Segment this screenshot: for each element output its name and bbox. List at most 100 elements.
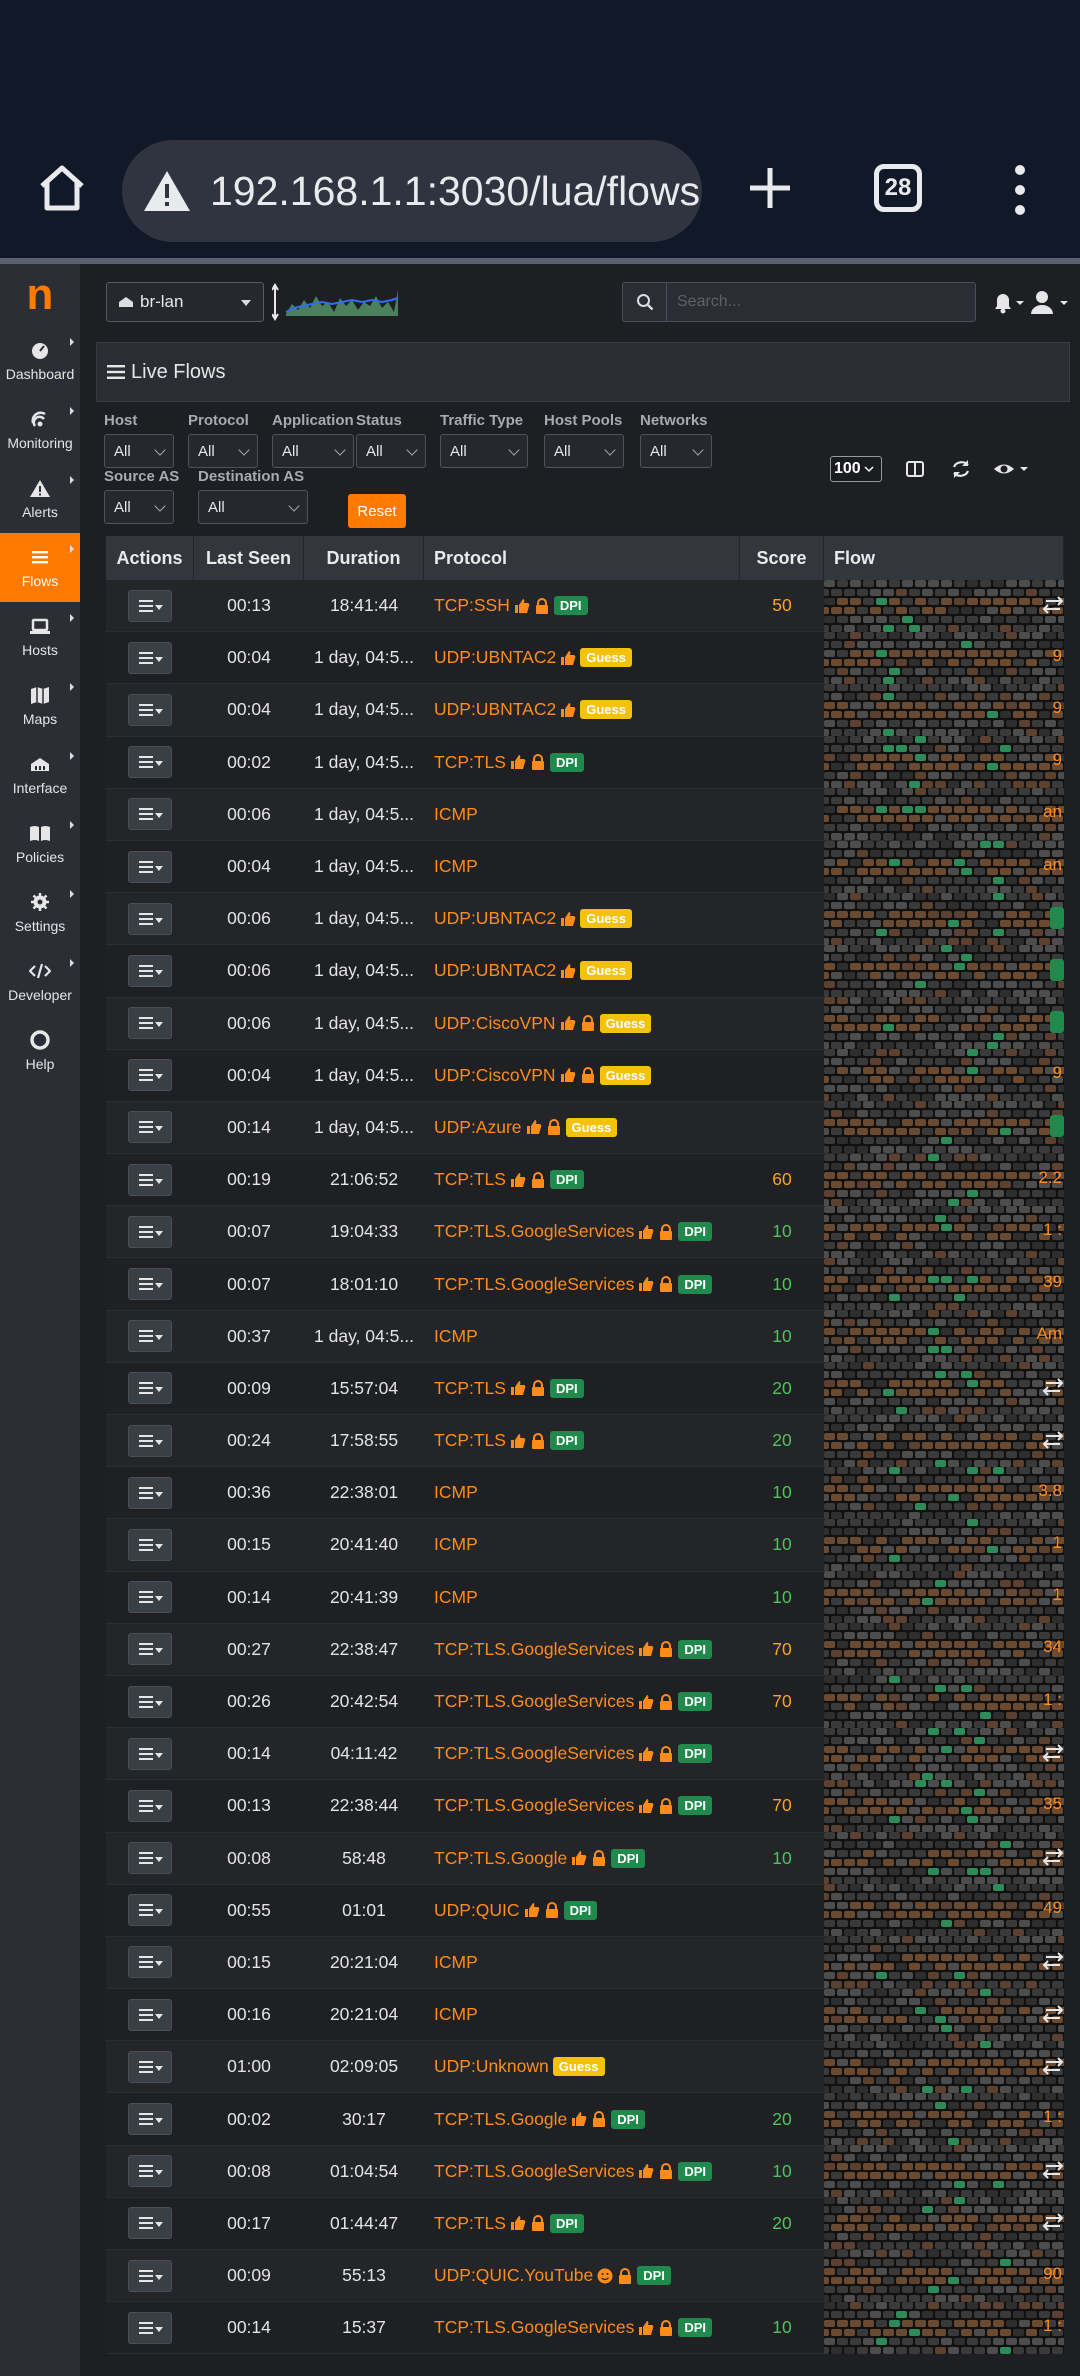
table-row[interactable]: 00:15 20:21:04 ICMP xyxy=(106,1936,1064,1990)
reset-button[interactable]: Reset xyxy=(348,494,406,528)
table-row[interactable]: 00:02 1 day, 04:5... TCP:TLS DPI 9 xyxy=(106,736,1064,789)
row-actions-button[interactable] xyxy=(128,2155,172,2188)
ntop-logo[interactable]: n xyxy=(0,264,80,326)
row-actions-button[interactable] xyxy=(128,1163,172,1196)
table-row[interactable]: 00:07 19:04:33 TCP:TLS.GoogleServices DPI 10… xyxy=(106,1205,1064,1259)
row-actions-button[interactable] xyxy=(128,1737,172,1770)
protocol-link[interactable]: TCP:TLS xyxy=(434,1378,506,1399)
protocol-link[interactable]: TCP:TLS.GoogleServices xyxy=(434,1221,634,1242)
table-row[interactable]: 00:17 01:44:47 TCP:TLS DPI 20 xyxy=(106,2197,1064,2250)
eye-icon[interactable] xyxy=(992,457,1032,481)
table-row[interactable]: 00:14 20:41:39 ICMP 10 1 xyxy=(106,1571,1064,1624)
row-actions-button[interactable] xyxy=(128,1268,172,1301)
protocol-link[interactable]: UDP:QUIC.YouTube xyxy=(434,2265,593,2286)
flow-cell[interactable]: 1 : xyxy=(824,2301,1064,2354)
flow-cell[interactable] xyxy=(824,579,1064,632)
sidebar-item-dashboard[interactable]: Dashboard xyxy=(0,326,80,395)
protocol-link[interactable]: ICMP xyxy=(434,1326,478,1347)
table-row[interactable]: 00:15 20:41:40 ICMP 10 1 xyxy=(106,1518,1064,1572)
table-row[interactable]: 00:08 58:48 TCP:TLS.Google DPI 10 xyxy=(106,1832,1064,1885)
sidebar-item-help[interactable]: Help xyxy=(0,1016,80,1085)
table-row[interactable]: 00:06 1 day, 04:5... UDP:UBNTAC2 Guess xyxy=(106,944,1064,998)
sidebar-item-flows[interactable]: Flows xyxy=(0,533,80,602)
protocol-link[interactable]: TCP:TLS xyxy=(434,2213,506,2234)
table-row[interactable]: 00:08 01:04:54 TCP:TLS.GoogleServices DPI 10 xyxy=(106,2145,1064,2198)
protocol-link[interactable]: UDP:Azure xyxy=(434,1117,522,1138)
filter-select[interactable]: All xyxy=(640,434,712,468)
flow-cell[interactable]: 1 : xyxy=(824,1205,1064,1258)
protocol-link[interactable]: TCP:TLS xyxy=(434,1430,506,1451)
protocol-link[interactable]: TCP:TLS.Google xyxy=(434,1848,567,1869)
protocol-link[interactable]: ICMP xyxy=(434,1534,478,1555)
filter-select[interactable]: All xyxy=(544,434,624,468)
protocol-link[interactable]: TCP:TLS.GoogleServices xyxy=(434,1274,634,1295)
flow-cell[interactable] xyxy=(824,1727,1064,1780)
traffic-sparkline[interactable] xyxy=(272,282,402,322)
protocol-link[interactable]: UDP:UBNTAC2 xyxy=(434,908,556,929)
table-row[interactable]: 00:09 15:57:04 TCP:TLS DPI 20 xyxy=(106,1362,1064,1415)
flow-cell[interactable]: 34 xyxy=(824,1623,1064,1676)
table-row[interactable]: 00:24 17:58:55 TCP:TLS DPI 20 xyxy=(106,1414,1064,1468)
interface-select[interactable]: br-lan xyxy=(106,282,264,322)
protocol-link[interactable]: TCP:TLS.Google xyxy=(434,2109,567,2130)
sidebar-item-developer[interactable]: Developer xyxy=(0,947,80,1016)
row-actions-button[interactable] xyxy=(128,1059,172,1092)
table-row[interactable]: 00:04 1 day, 04:5... UDP:UBNTAC2 Guess 9 xyxy=(106,683,1064,737)
flow-cell[interactable] xyxy=(824,2197,1064,2250)
protocol-link[interactable]: ICMP xyxy=(434,1952,478,1973)
flow-cell[interactable] xyxy=(824,997,1064,1050)
sidebar-item-maps[interactable]: Maps xyxy=(0,671,80,740)
protocol-link[interactable]: ICMP xyxy=(434,2004,478,2025)
flow-cell[interactable]: 90 xyxy=(824,2249,1064,2302)
flow-cell[interactable]: 9 xyxy=(824,736,1064,789)
user-icon[interactable] xyxy=(1030,290,1070,316)
flow-cell[interactable]: 1 xyxy=(824,1571,1064,1624)
protocol-link[interactable]: TCP:TLS.GoogleServices xyxy=(434,2161,634,2182)
row-actions-button[interactable] xyxy=(128,1633,172,1666)
row-actions-button[interactable] xyxy=(128,798,172,831)
table-row[interactable]: 00:14 15:37 TCP:TLS.GoogleServices DPI 10 1 : xyxy=(106,2301,1064,2355)
protocol-link[interactable]: ICMP xyxy=(434,1482,478,1503)
filter-select[interactable]: All xyxy=(104,434,174,468)
protocol-link[interactable]: TCP:TLS xyxy=(434,1169,506,1190)
flow-cell[interactable]: 2.2 xyxy=(824,1153,1064,1206)
row-actions-button[interactable] xyxy=(128,1528,172,1561)
row-actions-button[interactable] xyxy=(128,1424,172,1457)
filter-select[interactable]: All xyxy=(356,434,426,468)
table-row[interactable]: 00:27 22:38:47 TCP:TLS.GoogleServices DPI 70… xyxy=(106,1623,1064,1676)
row-actions-button[interactable] xyxy=(128,2259,172,2292)
protocol-link[interactable]: UDP:UBNTAC2 xyxy=(434,960,556,981)
table-row[interactable]: 00:13 18:41:44 TCP:SSH DPI 50 xyxy=(106,579,1064,633)
table-row[interactable]: 00:04 1 day, 04:5... UDP:UBNTAC2 Guess 9 xyxy=(106,631,1064,685)
protocol-link[interactable]: UDP:UBNTAC2 xyxy=(434,647,556,668)
column-header-flow[interactable]: Flow xyxy=(824,536,1064,580)
tab-count-button[interactable]: 28 xyxy=(874,164,922,212)
flow-cell[interactable]: 9 xyxy=(824,683,1064,736)
row-actions-button[interactable] xyxy=(128,746,172,779)
new-tab-icon[interactable] xyxy=(744,162,796,214)
row-actions-button[interactable] xyxy=(128,693,172,726)
table-row[interactable]: 00:06 1 day, 04:5... UDP:CiscoVPN Guess xyxy=(106,997,1064,1050)
protocol-link[interactable]: TCP:TLS.GoogleServices xyxy=(434,1795,634,1816)
flow-cell[interactable]: an xyxy=(824,840,1064,893)
protocol-link[interactable]: UDP:QUIC xyxy=(434,1900,520,1921)
row-actions-button[interactable] xyxy=(128,1998,172,2031)
filter-select[interactable]: All xyxy=(272,434,354,468)
row-actions-button[interactable] xyxy=(128,1685,172,1718)
column-header-duration[interactable]: Duration xyxy=(304,536,424,580)
filter-select[interactable]: All xyxy=(104,490,174,524)
flow-cell[interactable] xyxy=(824,1988,1064,2041)
column-header-score[interactable]: Score xyxy=(740,536,824,580)
flow-cell[interactable] xyxy=(824,1832,1064,1885)
table-row[interactable]: 00:04 1 day, 04:5... UDP:CiscoVPN Guess 9 xyxy=(106,1049,1064,1102)
filter-select[interactable]: All xyxy=(188,434,258,468)
row-actions-button[interactable] xyxy=(128,1007,172,1040)
row-actions-button[interactable] xyxy=(128,850,172,883)
flow-cell[interactable]: Am xyxy=(824,1310,1064,1363)
filter-select[interactable]: All xyxy=(440,434,528,468)
table-row[interactable]: 00:07 18:01:10 TCP:TLS.GoogleServices DPI 10… xyxy=(106,1258,1064,1311)
flow-cell[interactable]: an xyxy=(824,788,1064,841)
sidebar-item-policies[interactable]: Policies xyxy=(0,809,80,878)
column-header-protocol[interactable]: Protocol xyxy=(424,536,740,580)
protocol-link[interactable]: TCP:TLS.GoogleServices xyxy=(434,2317,634,2338)
